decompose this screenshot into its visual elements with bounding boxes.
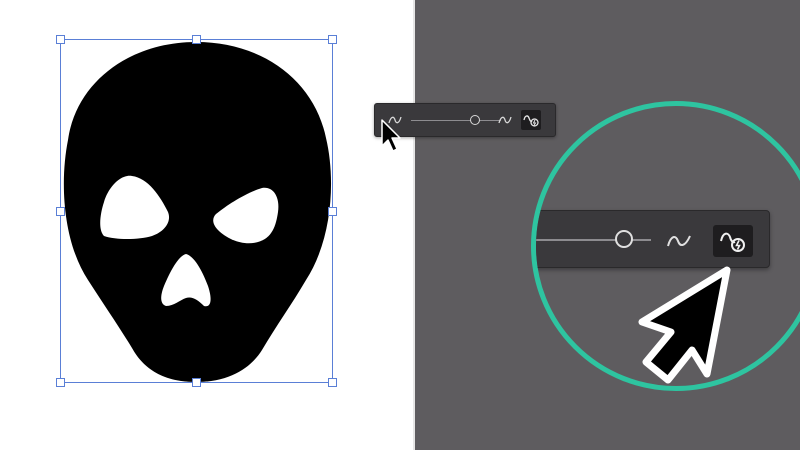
smooth-curve-icon	[388, 116, 402, 124]
cursor-icon	[638, 266, 731, 384]
resize-handle-top	[192, 35, 201, 44]
smooth-curve-icon	[498, 116, 512, 124]
max-smooth-button[interactable]	[495, 110, 515, 130]
resize-handle-left	[56, 207, 65, 216]
smooth-button[interactable]	[385, 110, 405, 130]
artwork-layer	[56, 35, 337, 387]
resize-handle-bottom	[192, 378, 201, 387]
resize-handle-right	[328, 207, 337, 216]
resize-handle-top-left	[56, 35, 65, 44]
resize-handle-bottom-right	[328, 378, 337, 387]
resize-handle-bottom-left	[56, 378, 65, 387]
skull-artwork[interactable]	[63, 42, 332, 382]
smoothness-slider-track-end	[483, 120, 493, 121]
resize-handle-top-right	[328, 35, 337, 44]
smoothing-toolbar	[374, 103, 556, 137]
smoothness-slider-thumb[interactable]	[470, 115, 480, 125]
magnified-callout	[531, 101, 800, 391]
magnified-overlay	[638, 266, 731, 384]
